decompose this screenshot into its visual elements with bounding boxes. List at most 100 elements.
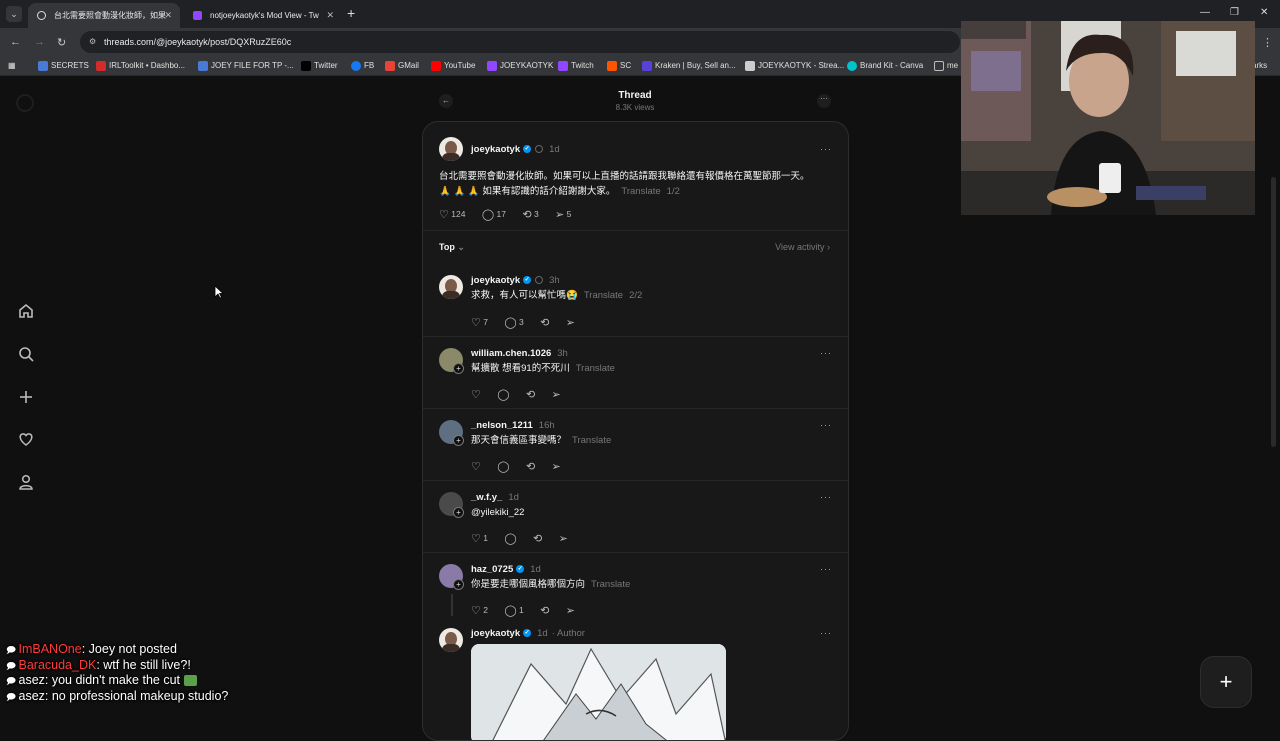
new-tab-icon[interactable]: + bbox=[347, 5, 355, 21]
search-icon[interactable] bbox=[17, 345, 35, 363]
share-button[interactable]: ➢ 5 bbox=[555, 208, 571, 221]
translate-link[interactable]: Translate bbox=[621, 186, 660, 197]
translate-link[interactable]: Translate bbox=[576, 363, 615, 374]
like-button[interactable]: ♡ bbox=[471, 388, 481, 401]
avatar[interactable] bbox=[439, 137, 463, 161]
home-icon[interactable] bbox=[17, 302, 35, 320]
reply-image[interactable] bbox=[471, 644, 726, 740]
create-icon[interactable] bbox=[17, 388, 35, 406]
reply-author[interactable]: haz_0725 ✓ 1d bbox=[471, 564, 541, 575]
reply-more-icon[interactable]: ··· bbox=[820, 564, 832, 574]
repost-button[interactable]: ⟲ 3 bbox=[522, 208, 538, 221]
follow-plus-icon[interactable]: + bbox=[453, 435, 464, 446]
avatar[interactable] bbox=[439, 628, 463, 652]
reply-more-icon[interactable]: ··· bbox=[820, 628, 832, 638]
emote-icon bbox=[183, 675, 197, 687]
create-post-button[interactable]: + bbox=[1200, 656, 1252, 708]
scrollbar[interactable] bbox=[1271, 177, 1276, 447]
bookmark-item[interactable]: Kraken | Buy, Sell an... bbox=[642, 56, 736, 76]
bookmark-item[interactable]: Twitch bbox=[558, 56, 594, 76]
reply-author[interactable]: joeykaotyk ✓ 1d · Author bbox=[471, 628, 585, 639]
activity-heart-icon[interactable] bbox=[17, 430, 35, 448]
reply-more-icon[interactable]: ··· bbox=[820, 492, 832, 502]
like-button[interactable]: ♡ bbox=[471, 460, 481, 473]
reply-author[interactable]: william.chen.1026 3h bbox=[471, 348, 568, 359]
back-button[interactable]: ← bbox=[439, 94, 453, 108]
reply-button[interactable]: ◯ bbox=[504, 532, 516, 545]
bookmark-item[interactable]: FB bbox=[351, 56, 374, 76]
bookmark-item[interactable]: JOEY FILE FOR TP -... bbox=[198, 56, 294, 76]
reply-more-icon[interactable]: ··· bbox=[820, 420, 832, 430]
reply-button[interactable]: ◯ 1 bbox=[504, 604, 523, 617]
bookmark-item[interactable]: SC bbox=[607, 56, 631, 76]
browser-tab[interactable]: notjoeykaotyk's Mod View - Tw ✕ bbox=[184, 3, 342, 28]
bookmark-item[interactable]: JOEYKAOTYK - Strea... bbox=[745, 56, 844, 76]
divider bbox=[423, 480, 848, 481]
threads-logo-icon[interactable] bbox=[16, 94, 34, 112]
repost-button[interactable]: ⟲ bbox=[540, 604, 549, 617]
tab-search-icon[interactable]: ⌄ bbox=[6, 6, 22, 22]
follow-plus-icon[interactable]: + bbox=[453, 507, 464, 518]
minimize-icon[interactable]: — bbox=[1200, 7, 1210, 18]
bookmark-item[interactable]: JOEYKAOTYK bbox=[487, 56, 553, 76]
reload-icon[interactable]: ↻ bbox=[57, 36, 66, 49]
page-title: Thread bbox=[618, 90, 652, 101]
reply-button[interactable]: ◯ bbox=[497, 388, 509, 401]
share-button[interactable]: ➢ bbox=[552, 460, 561, 473]
comment-icon: ◯ bbox=[497, 461, 510, 473]
forward-icon[interactable]: → bbox=[34, 36, 45, 48]
post-author[interactable]: joeykaotyk ✓ 1d bbox=[471, 144, 560, 155]
bookmark-item[interactable]: YouTube bbox=[431, 56, 475, 76]
view-activity-link[interactable]: View activity › bbox=[775, 242, 830, 252]
divider bbox=[423, 230, 848, 231]
like-button[interactable]: ♡ 7 bbox=[471, 316, 488, 329]
profile-icon[interactable] bbox=[17, 473, 35, 491]
reply-author[interactable]: _nelson_1211 16h bbox=[471, 420, 555, 431]
repost-button[interactable]: ⟲ bbox=[526, 388, 535, 401]
like-button[interactable]: ♡ 1 bbox=[471, 532, 488, 545]
avatar[interactable] bbox=[439, 275, 463, 299]
bookmark-item[interactable]: Twitter bbox=[301, 56, 338, 76]
browser-menu-icon[interactable]: ⋮ bbox=[1262, 36, 1273, 49]
more-options-icon[interactable]: ··· bbox=[817, 94, 831, 108]
follow-plus-icon[interactable]: + bbox=[453, 579, 464, 590]
url-bar[interactable]: ⚙ threads.com/@joeykaotyk/post/DQXRuzZE6… bbox=[80, 31, 960, 53]
reply-button[interactable]: ◯ 3 bbox=[504, 316, 523, 329]
close-window-icon[interactable]: ✕ bbox=[1260, 7, 1268, 18]
reply-button[interactable]: ◯ bbox=[497, 460, 509, 473]
like-button[interactable]: ♡ 2 bbox=[471, 604, 488, 617]
close-tab-icon[interactable]: ✕ bbox=[164, 3, 172, 28]
bookmark-item[interactable]: Brand Kit - Canva bbox=[847, 56, 923, 76]
share-button[interactable]: ➢ bbox=[559, 532, 568, 545]
back-icon[interactable]: ← bbox=[10, 36, 21, 48]
repost-button[interactable]: ⟲ bbox=[540, 316, 549, 329]
like-button[interactable]: ♡ 124 bbox=[439, 208, 465, 221]
restore-icon[interactable]: ❐ bbox=[1230, 7, 1239, 18]
bookmark-item[interactable]: GMail bbox=[385, 56, 419, 76]
reply-author[interactable]: _w.f.y_ 1d bbox=[471, 492, 519, 503]
bookmark-item[interactable]: IRLToolkit • Dashbo... bbox=[96, 56, 185, 76]
reply-text: 求救，有人可以幫忙嗎😭 Translate 2/2 bbox=[471, 290, 643, 301]
post-more-icon[interactable]: ··· bbox=[820, 144, 832, 154]
reply-author[interactable]: joeykaotyk ✓ 3h bbox=[471, 275, 560, 286]
sort-dropdown[interactable]: Top ⌄ bbox=[439, 242, 465, 253]
bookmark-item[interactable]: SECRETS bbox=[38, 56, 89, 76]
apps-icon[interactable]: ▦ bbox=[8, 56, 16, 76]
share-button[interactable]: ➢ bbox=[566, 604, 575, 617]
translate-link[interactable]: Translate bbox=[591, 579, 630, 590]
translate-link[interactable]: Translate bbox=[572, 435, 611, 446]
site-info-icon[interactable]: ⚙ bbox=[89, 31, 96, 53]
repost-button[interactable]: ⟲ bbox=[526, 460, 535, 473]
reply-more-icon[interactable]: ··· bbox=[820, 348, 832, 358]
bookmark-folder[interactable]: me bbox=[934, 56, 958, 76]
close-tab-icon[interactable]: ✕ bbox=[326, 3, 334, 28]
follow-plus-icon[interactable]: + bbox=[453, 363, 464, 374]
reply-button[interactable]: ◯ 17 bbox=[482, 208, 506, 221]
share-button[interactable]: ➢ bbox=[566, 316, 575, 329]
send-icon: ➢ bbox=[551, 461, 561, 473]
browser-tab-active[interactable]: 台北需要照會動漫化妝師，如果 ✕ bbox=[28, 3, 180, 28]
translate-link[interactable]: Translate bbox=[584, 290, 623, 301]
threads-badge-icon bbox=[535, 145, 544, 154]
share-button[interactable]: ➢ bbox=[552, 388, 561, 401]
repost-button[interactable]: ⟲ bbox=[533, 532, 542, 545]
